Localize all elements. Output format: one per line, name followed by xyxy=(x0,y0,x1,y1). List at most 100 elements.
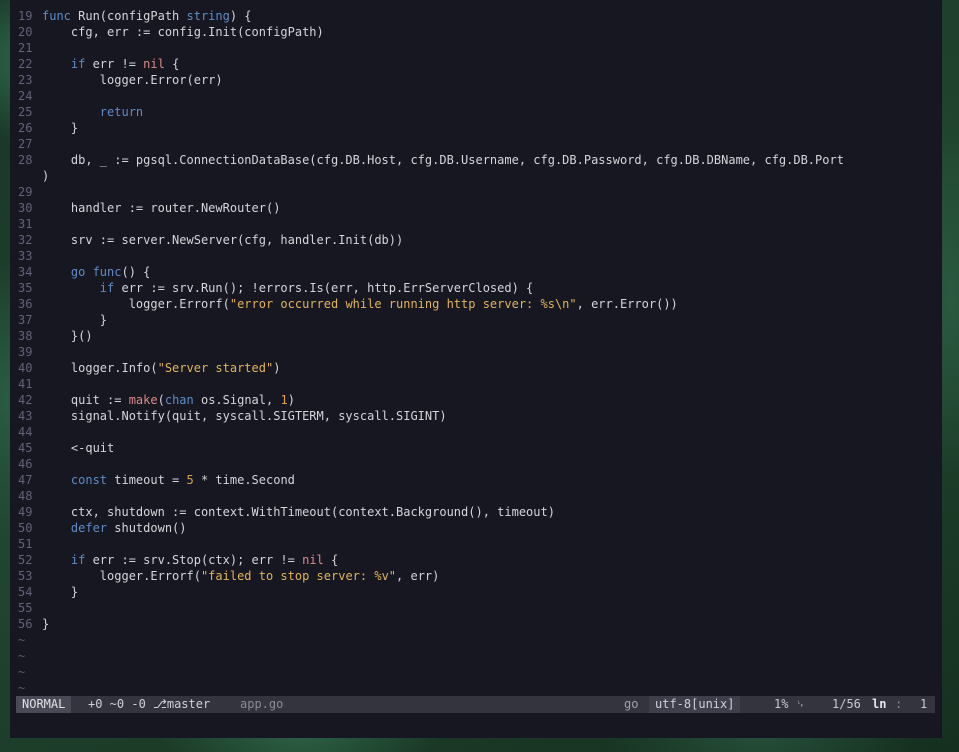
code-line[interactable]: 54 } xyxy=(18,584,942,600)
keyword-token: chan xyxy=(164,393,194,407)
code-token: err != xyxy=(85,57,144,71)
line-code: defer shutdown() xyxy=(42,521,187,535)
code-line[interactable]: 37 } xyxy=(18,312,942,328)
empty-line-marker: ~ xyxy=(18,649,26,663)
code-line[interactable]: 24 xyxy=(18,88,942,104)
line-number: 53 xyxy=(18,569,33,583)
code-line[interactable]: 53 logger.Errorf("failed to stop server:… xyxy=(18,568,942,584)
code-token: shutdown() xyxy=(107,521,187,535)
line-number: 42 xyxy=(18,393,33,407)
code-line[interactable]: 51 xyxy=(18,536,942,552)
code-line[interactable]: 47 const timeout = 5 * time.Second xyxy=(18,472,942,488)
code-line[interactable]: 27 xyxy=(18,136,942,152)
line-number: 32 xyxy=(18,233,33,247)
code-token: ) xyxy=(42,169,50,183)
code-line[interactable]: 40 logger.Info("Server started") xyxy=(18,360,942,376)
code-line[interactable]: 50 defer shutdown() xyxy=(18,520,942,536)
code-line[interactable]: 31 xyxy=(18,216,942,232)
code-line[interactable]: 20 cfg, err := config.Init(configPath) xyxy=(18,24,942,40)
code-token: timeout = xyxy=(107,473,187,487)
code-line[interactable]: 21 xyxy=(18,40,942,56)
keyword-token: if xyxy=(99,281,115,295)
code-line[interactable]: 48 xyxy=(18,488,942,504)
code-line[interactable]: 35 if err := srv.Run(); !errors.Is(err, … xyxy=(18,280,942,296)
code-line[interactable]: 42 quit := make(chan os.Signal, 1) xyxy=(18,392,942,408)
builtin-token: nil xyxy=(302,553,324,567)
line-number: 44 xyxy=(18,425,33,439)
code-editor[interactable]: 19 func Run(configPath string) {20 cfg, e… xyxy=(18,8,942,696)
terminal-window[interactable]: 19 func Run(configPath string) {20 cfg, e… xyxy=(10,0,942,738)
code-line[interactable]: 39 xyxy=(18,344,942,360)
code-token: err := srv.Run(); !errors.Is(err, http.E… xyxy=(114,281,534,295)
code-line[interactable]: 23 logger.Error(err) xyxy=(18,72,942,88)
line-number: 54 xyxy=(18,585,33,599)
line-number: 31 xyxy=(18,217,33,231)
code-line[interactable]: 52 if err := srv.Stop(ctx); err != nil { xyxy=(18,552,942,568)
keyword-token: string xyxy=(186,9,230,23)
code-line[interactable]: 55 xyxy=(18,600,942,616)
file-name: app.go xyxy=(240,697,284,711)
code-line[interactable]: 32 srv := server.NewServer(cfg, handler.… xyxy=(18,232,942,248)
line-code: if err := srv.Run(); !errors.Is(err, htt… xyxy=(42,281,533,295)
line-code: db, _ := pgsql.ConnectionDataBase(cfg.DB… xyxy=(42,153,844,167)
code-line[interactable]: 33 xyxy=(18,248,942,264)
code-token: srv := server.NewServer(cfg, handler.Ini… xyxy=(42,233,404,247)
empty-line-marker: ~ xyxy=(18,665,26,679)
line-code: signal.Notify(quit, syscall.SIGTERM, sys… xyxy=(42,409,447,423)
line-number: 46 xyxy=(18,457,33,471)
number-token: 1 xyxy=(280,393,288,407)
status-line: NORMAL +0 ~0 -0 ⎇master app.go go utf-8[… xyxy=(16,696,935,713)
code-token: ctx, shutdown := context.WithTimeout(con… xyxy=(42,505,555,519)
number-token: 5 xyxy=(186,473,194,487)
builtin-token: make xyxy=(128,393,158,407)
code-token: ) xyxy=(273,361,281,375)
code-token: } xyxy=(42,313,108,327)
code-token: logger.Errorf( xyxy=(42,297,230,311)
code-line[interactable]: 19 func Run(configPath string) { xyxy=(18,8,942,24)
builtin-token: nil xyxy=(143,57,165,71)
keyword-token: const xyxy=(70,473,108,487)
code-token: <-quit xyxy=(42,441,115,455)
code-line[interactable]: 28 db, _ := pgsql.ConnectionDataBase(cfg… xyxy=(18,152,942,168)
code-line[interactable]: 49 ctx, shutdown := context.WithTimeout(… xyxy=(18,504,942,520)
line-number: 20 xyxy=(18,25,33,39)
line-number: 56 xyxy=(18,617,33,631)
code-line[interactable]: 45 <-quit xyxy=(18,440,942,456)
code-token: err := srv.Stop(ctx); err != xyxy=(85,553,303,567)
keyword-token: if xyxy=(70,553,86,567)
line-code: } xyxy=(42,121,78,135)
code-token: handler := router.NewRouter() xyxy=(42,201,281,215)
code-line[interactable]: 34 go func() { xyxy=(18,264,942,280)
code-token: , err.Error()) xyxy=(576,297,678,311)
code-line[interactable]: 41 xyxy=(18,376,942,392)
line-number: 28 xyxy=(18,153,33,167)
line-code: if err := srv.Stop(ctx); err != nil { xyxy=(42,553,338,567)
code-line[interactable]: 38 }() xyxy=(18,328,942,344)
code-token: cfg, err := config.Init(configPath) xyxy=(42,25,324,39)
line-number: 51 xyxy=(18,537,33,551)
code-token: } xyxy=(42,585,79,599)
code-line[interactable]: ) xyxy=(18,168,942,184)
code-line[interactable]: 22 if err != nil { xyxy=(18,56,942,72)
file-type: go xyxy=(624,697,639,711)
code-line[interactable]: 56} xyxy=(18,616,942,632)
code-line[interactable]: 25 return xyxy=(18,104,942,120)
code-line[interactable]: 26 } xyxy=(18,120,942,136)
code-line[interactable]: 29 xyxy=(18,184,942,200)
line-number: 34 xyxy=(18,265,33,279)
line-code: quit := make(chan os.Signal, 1) xyxy=(42,393,295,407)
line-number: 48 xyxy=(18,489,33,503)
code-line[interactable]: 46 xyxy=(18,456,942,472)
code-line[interactable]: 44 xyxy=(18,424,942,440)
code-line[interactable]: 30 handler := router.NewRouter() xyxy=(18,200,942,216)
mode-indicator: NORMAL xyxy=(16,696,72,713)
code-line[interactable]: 43 signal.Notify(quit, syscall.SIGTERM, … xyxy=(18,408,942,424)
line-number: 55 xyxy=(18,601,33,615)
code-line[interactable]: 36 logger.Errorf("error occurred while r… xyxy=(18,296,942,312)
line-number: 45 xyxy=(18,441,33,455)
